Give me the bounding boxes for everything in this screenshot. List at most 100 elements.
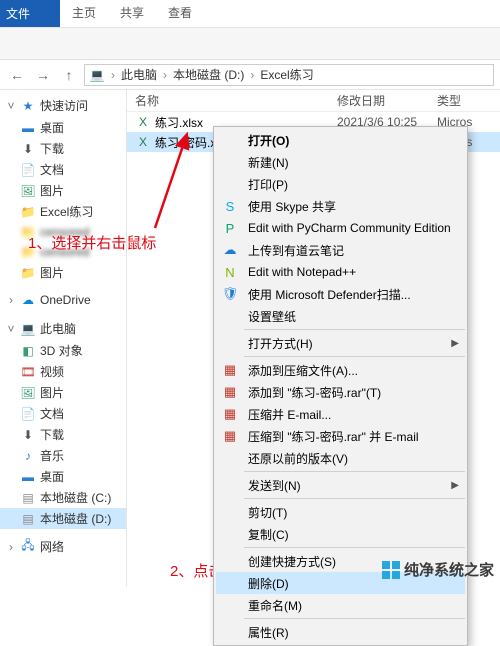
context-menu-item[interactable]: ▦添加到 "练习-密码.rar"(T)	[216, 381, 465, 403]
sidebar-item[interactable]: ▬桌面	[0, 117, 126, 138]
context-menu-item[interactable]: 发送到(N) ▶	[216, 474, 465, 496]
blank-icon	[220, 153, 240, 171]
disk-icon: ▤	[20, 490, 36, 506]
sidebar-this-pc[interactable]: ˅ 💻 此电脑	[0, 317, 126, 340]
sidebar-item[interactable]: ▤本地磁盘 (C:)	[0, 487, 126, 508]
sidebar-item[interactable]: ◧3D 对象	[0, 340, 126, 361]
sidebar-item[interactable]: ♪音乐	[0, 445, 126, 466]
skype-icon: S	[220, 197, 240, 215]
context-menu-item[interactable]: 设置壁纸	[216, 305, 465, 327]
column-type[interactable]: 类型	[437, 92, 487, 109]
disk-icon: ▤	[20, 511, 36, 527]
context-menu-label: Edit with Notepad++	[248, 265, 459, 279]
context-menu-item[interactable]: 打开方式(H)▶	[216, 332, 465, 354]
context-menu-item[interactable]: ▦ 压缩到 "练习-密码.rar" 并 E-mail	[216, 425, 465, 447]
sidebar-item-label: 文档	[40, 161, 64, 178]
chevron-down-icon: ˅	[6, 322, 16, 336]
sidebar-network[interactable]: › 🖧 网络	[0, 535, 126, 558]
context-menu-label: 发送到(N)	[248, 477, 443, 494]
sidebar-label: 快速访问	[40, 97, 88, 114]
context-menu-item[interactable]: 剪切(T)	[216, 501, 465, 523]
watermark-logo-icon	[382, 561, 400, 579]
context-menu-item[interactable]: ▦添加到压缩文件(A)...	[216, 359, 465, 381]
crumb-folder[interactable]: Excel练习	[260, 66, 313, 83]
context-menu-label: 打开方式(H)	[248, 335, 443, 352]
context-menu-item[interactable]: 🛡 使用 Microsoft Defender扫描...	[216, 283, 465, 305]
context-menu-item[interactable]: 打印(P)	[216, 173, 465, 195]
sidebar-item-label: 音乐	[40, 447, 64, 464]
sidebar-item[interactable]: 🎞视频	[0, 361, 126, 382]
context-menu-label: 使用 Skype 共享	[248, 198, 459, 215]
context-menu-item[interactable]: NEdit with Notepad++	[216, 261, 465, 283]
tab-view[interactable]: 查看	[156, 0, 204, 27]
context-menu-item[interactable]: ▦压缩并 E-mail...	[216, 403, 465, 425]
blank-icon	[220, 552, 240, 570]
sidebar-item[interactable]: ⬇下载	[0, 424, 126, 445]
sidebar-item[interactable]: ▤本地磁盘 (D:)	[0, 508, 126, 529]
sidebar-item[interactable]: 📄文档	[0, 159, 126, 180]
nav-up-button[interactable]: ↑	[58, 64, 80, 86]
context-menu-item[interactable]: 重命名(M)	[216, 594, 465, 616]
blank-icon	[220, 623, 240, 641]
rar-icon: ▦	[220, 361, 240, 379]
context-menu-label: 压缩到 "练习-密码.rar" 并 E-mail	[248, 428, 459, 445]
blank-icon	[220, 131, 240, 149]
nav-forward-button[interactable]: →	[32, 64, 54, 86]
context-menu-item[interactable]: 还原以前的版本(V)	[216, 447, 465, 469]
onedrive-icon: ☁	[20, 292, 36, 308]
sidebar-item[interactable]: 🖼图片	[0, 180, 126, 201]
context-menu-label: Edit with PyCharm Community Edition	[248, 221, 459, 235]
download-icon: ⬇	[20, 427, 36, 443]
context-menu-separator	[244, 329, 465, 330]
blank-icon	[220, 307, 240, 325]
nav-back-button[interactable]: ←	[6, 64, 28, 86]
context-menu-label: 使用 Microsoft Defender扫描...	[248, 286, 459, 303]
rar-icon: ▦	[220, 383, 240, 401]
desktop-icon: ▬	[20, 120, 36, 136]
file-list-header[interactable]: 名称 修改日期 类型	[127, 90, 500, 112]
defender-icon: 🛡	[220, 285, 240, 303]
file-tab[interactable]: 文件	[0, 0, 60, 27]
tab-home[interactable]: 主页	[60, 0, 108, 27]
sidebar-item[interactable]: 📁Excel练习	[0, 201, 126, 222]
file-tab-label: 文件	[6, 5, 30, 22]
sidebar-item[interactable]: 🖼图片	[0, 382, 126, 403]
rar-icon: ▦	[220, 427, 240, 445]
submenu-arrow-icon: ▶	[451, 480, 459, 491]
sidebar-onedrive[interactable]: › ☁ OneDrive	[0, 289, 126, 311]
column-name[interactable]: 名称	[127, 92, 337, 109]
column-date[interactable]: 修改日期	[337, 92, 437, 109]
tab-share[interactable]: 共享	[108, 0, 156, 27]
sidebar-item-label: 文档	[40, 405, 64, 422]
blank-icon	[220, 574, 240, 592]
sidebar-quick-access[interactable]: ˅ ★ 快速访问	[0, 94, 126, 117]
context-menu-item[interactable]: S 使用 Skype 共享	[216, 195, 465, 217]
sidebar-item[interactable]: ▬桌面	[0, 466, 126, 487]
context-menu-item[interactable]: ☁上传到有道云笔记	[216, 239, 465, 261]
context-menu-item[interactable]: 打开(O)	[216, 129, 465, 151]
context-menu-item[interactable]: 新建(N)	[216, 151, 465, 173]
breadcrumb[interactable]: 💻 › 此电脑 › 本地磁盘 (D:) › Excel练习	[84, 64, 494, 86]
context-menu-label: 打开(O)	[248, 132, 459, 149]
sidebar-item[interactable]: 📄文档	[0, 403, 126, 424]
doc-icon: 📄	[20, 406, 36, 422]
sidebar-item-label: 桌面	[40, 119, 64, 136]
context-menu-item[interactable]: P Edit with PyCharm Community Edition	[216, 217, 465, 239]
context-menu-label: 重命名(M)	[248, 597, 459, 614]
crumb-drive[interactable]: 本地磁盘 (D:)	[173, 66, 244, 83]
context-menu-item[interactable]: 属性(R)	[216, 621, 465, 643]
sidebar-item-label: 本地磁盘 (C:)	[40, 489, 111, 506]
download-icon: ⬇	[20, 141, 36, 157]
sidebar-item-label: Excel练习	[40, 203, 93, 220]
blank-icon	[220, 334, 240, 352]
crumb-pc[interactable]: 此电脑	[121, 66, 157, 83]
context-menu-item[interactable]: 复制(C)	[216, 523, 465, 545]
sidebar-item[interactable]: ⬇下载	[0, 138, 126, 159]
sidebar-item[interactable]: 📁图片	[0, 262, 126, 283]
pycharm-icon: P	[220, 219, 240, 237]
context-menu-separator	[244, 618, 465, 619]
pc-icon: 💻	[20, 321, 36, 337]
address-bar: ← → ↑ 💻 › 此电脑 › 本地磁盘 (D:) › Excel练习	[0, 60, 500, 90]
pc-icon: 💻	[89, 67, 105, 83]
ribbon	[0, 28, 500, 60]
